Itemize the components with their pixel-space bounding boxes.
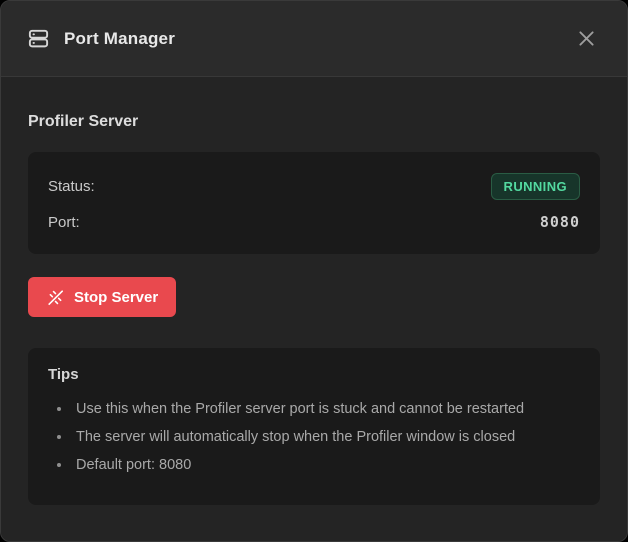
port-manager-dialog: Port Manager Profiler Server Status: RUN… (0, 0, 628, 542)
stop-server-label: Stop Server (74, 289, 158, 306)
dialog-title: Port Manager (64, 29, 175, 49)
status-label: Status: (48, 178, 95, 195)
tips-heading: Tips (48, 366, 580, 383)
server-icon (27, 27, 50, 50)
port-row: Port: 8080 (48, 209, 580, 235)
status-row: Status: RUNNING (48, 171, 580, 201)
tips-list: Use this when the Profiler server port i… (48, 395, 580, 479)
tip-item: The server will automatically stop when … (72, 423, 580, 451)
dialog-body: Profiler Server Status: RUNNING Port: 80… (1, 77, 627, 541)
status-badge: RUNNING (491, 173, 580, 200)
tip-item: Use this when the Profiler server port i… (72, 395, 580, 423)
section-heading: Profiler Server (28, 113, 600, 131)
status-panel: Status: RUNNING Port: 8080 (28, 152, 600, 254)
close-icon (576, 28, 597, 49)
close-button[interactable] (572, 24, 601, 53)
dialog-header: Port Manager (1, 1, 627, 77)
port-label: Port: (48, 214, 80, 231)
tip-item: Default port: 8080 (72, 451, 580, 479)
tips-panel: Tips Use this when the Profiler server p… (28, 348, 600, 505)
port-value: 8080 (540, 213, 580, 231)
stop-server-button[interactable]: Stop Server (28, 277, 176, 317)
disconnect-icon (46, 288, 65, 307)
